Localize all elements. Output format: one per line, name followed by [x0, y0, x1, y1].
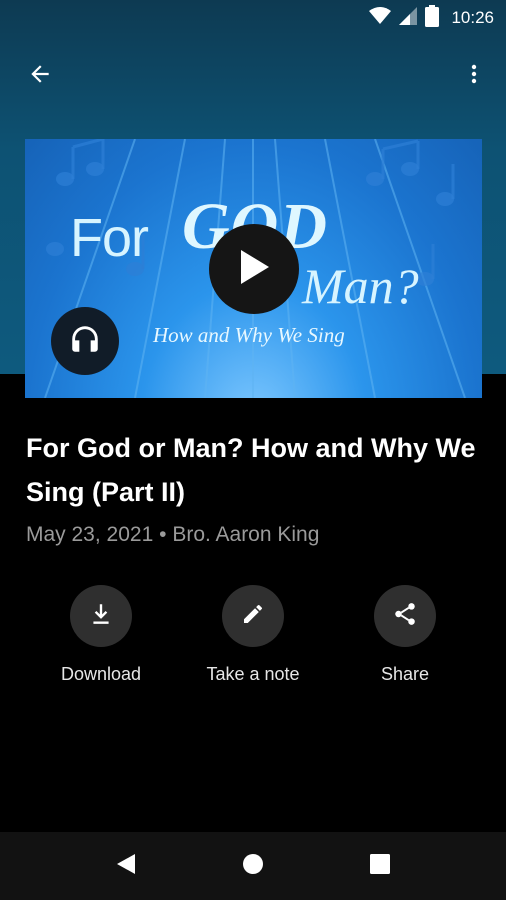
sermon-meta: May 23, 2021 • Bro. Aaron King	[26, 523, 319, 547]
wifi-icon	[369, 6, 392, 30]
take-note-circle	[222, 585, 284, 647]
pencil-icon	[241, 602, 265, 631]
download-button[interactable]: Download	[26, 585, 176, 685]
sermon-title: For God or Man? How and Why We Sing (Par…	[26, 433, 476, 507]
app-bar	[0, 48, 506, 100]
nav-recents-icon	[369, 853, 391, 880]
arrow-back-icon	[27, 61, 53, 92]
status-time: 10:26	[451, 8, 494, 27]
artwork-text-for: For	[70, 208, 149, 268]
download-circle	[70, 585, 132, 647]
status-bar: 10:26	[0, 0, 506, 36]
share-button[interactable]: Share	[330, 585, 480, 685]
sermon-artwork: For GOD or Man? How and Why We Sing	[25, 139, 482, 398]
headphones-icon	[68, 322, 102, 361]
meta-separator: •	[159, 523, 167, 546]
artwork-subtitle: How and Why We Sing	[153, 323, 345, 347]
system-nav-bar	[0, 832, 506, 900]
nav-home-icon	[241, 852, 265, 881]
artwork-text-man: Man?	[302, 258, 419, 314]
back-button[interactable]	[20, 56, 60, 96]
more-options-button[interactable]	[454, 56, 494, 96]
share-label: Share	[380, 664, 430, 684]
cell-signal-icon	[399, 6, 418, 30]
share-circle	[374, 585, 436, 647]
audio-only-button[interactable]	[51, 307, 119, 375]
battery-icon	[425, 4, 440, 32]
nav-recents-button[interactable]	[360, 846, 400, 886]
nav-back-button[interactable]	[106, 846, 146, 886]
nav-back-icon	[115, 852, 137, 881]
more-vert-icon	[462, 62, 486, 91]
take-note-button[interactable]: Take a note	[178, 585, 328, 685]
download-icon	[88, 601, 114, 632]
share-icon	[392, 601, 418, 632]
play-button[interactable]	[209, 224, 299, 314]
play-icon	[237, 248, 271, 291]
download-label: Download	[60, 664, 142, 684]
sermon-date: May 23, 2021	[26, 523, 154, 546]
nav-home-button[interactable]	[233, 846, 273, 886]
sermon-speaker: Bro. Aaron King	[172, 523, 320, 546]
take-note-label: Take a note	[206, 664, 300, 684]
